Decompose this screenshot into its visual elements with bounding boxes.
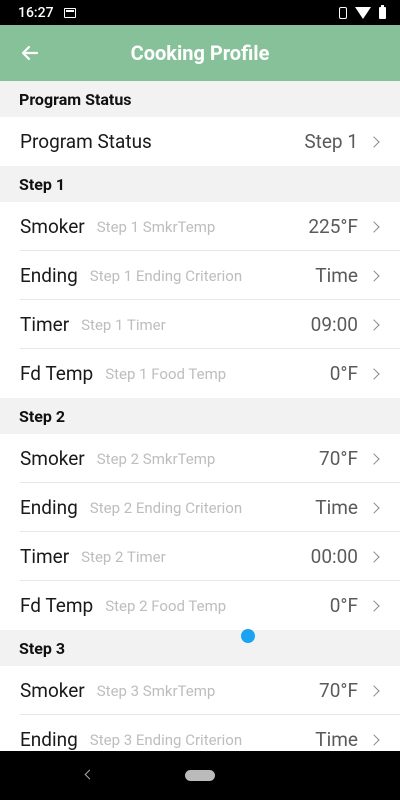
row-label: Smoker [20,679,85,702]
row-sublabel: Step 3 Ending Criterion [89,730,243,749]
chevron-right-icon [368,220,380,233]
nav-home-pill[interactable] [185,770,215,781]
wifi-icon [355,6,371,19]
row-value: 0°F [329,594,358,617]
row-sublabel: Step 1 Ending Criterion [89,266,243,285]
row-value: Time [315,264,358,287]
step1-smoker-row[interactable]: Smoker Step 1 SmkrTemp 225°F [0,202,400,251]
row-value: Time [315,496,358,519]
chevron-right-icon [368,452,380,465]
row-sublabel: Step 2 Timer [81,547,166,566]
row-sublabel: Step 2 Ending Criterion [89,498,243,517]
row-label: Smoker [20,447,85,470]
row-value: 0°F [329,362,358,385]
row-sublabel: Step 1 SmkrTemp [96,217,216,236]
section-header-step-3: Step 3 [0,630,400,666]
row-label: Fd Temp [20,594,94,617]
chevron-right-icon [368,318,380,331]
status-time: 16:27 [18,4,54,21]
chevron-right-icon [368,501,380,514]
program-status-row[interactable]: Program Status Step 1 [0,117,400,166]
calendar-notification-icon [63,7,76,18]
row-sublabel: Step 1 Timer [81,315,166,334]
row-value: 00:00 [310,545,358,568]
row-value: 70°F [319,679,358,702]
row-value: Step 1 [304,130,358,153]
row-label: Ending [20,728,78,751]
row-value: 225°F [308,215,358,238]
step3-smoker-row[interactable]: Smoker Step 3 SmkrTemp 70°F [0,666,400,715]
page-title: Cooking Profile [130,41,270,65]
row-label: Fd Temp [20,362,94,385]
step2-timer-row[interactable]: Timer Step 2 Timer 00:00 [0,532,400,581]
row-sublabel: Step 2 SmkrTemp [96,449,216,468]
row-label: Smoker [20,215,85,238]
app-bar: Cooking Profile [0,25,400,81]
chevron-right-icon [368,550,380,563]
step2-smoker-row[interactable]: Smoker Step 2 SmkrTemp 70°F [0,434,400,483]
step2-ending-row[interactable]: Ending Step 2 Ending Criterion Time [0,483,400,532]
battery-icon [379,4,386,19]
row-value: 70°F [319,447,358,470]
chevron-right-icon [368,599,380,612]
step1-timer-row[interactable]: Timer Step 1 Timer 09:00 [0,300,400,349]
step1-ending-row[interactable]: Ending Step 1 Ending Criterion Time [0,251,400,300]
section-header-step-2: Step 2 [0,398,400,434]
chevron-right-icon [368,135,380,148]
back-arrow-icon [21,45,39,61]
row-sublabel: Step 2 Food Temp [105,596,227,615]
row-label: Timer [20,545,70,568]
row-label: Ending [20,264,78,287]
system-nav-bar [0,751,400,800]
row-sublabel: Step 1 Food Temp [105,364,227,383]
section-header-program-status: Program Status [0,81,400,117]
row-label: Program Status [20,130,152,153]
chevron-right-icon [368,733,380,746]
chevron-right-icon [368,269,380,282]
step2-food-temp-row[interactable]: Fd Temp Step 2 Food Temp 0°F [0,581,400,630]
nav-back-icon[interactable] [84,769,95,780]
profile-list[interactable]: Program Status Program Status Step 1 Ste… [0,81,400,751]
row-label: Ending [20,496,78,519]
row-value: 09:00 [310,313,358,336]
step1-food-temp-row[interactable]: Fd Temp Step 1 Food Temp 0°F [0,349,400,398]
chevron-right-icon [368,367,380,380]
back-button[interactable] [10,33,50,73]
row-label: Timer [20,313,70,336]
row-value: Time [315,728,358,751]
status-bar: 16:27 [0,0,400,25]
step3-ending-row[interactable]: Ending Step 3 Ending Criterion Time [0,715,400,751]
touch-indicator-dot [241,629,255,643]
vibrate-icon [339,6,347,19]
section-header-step-1: Step 1 [0,166,400,202]
row-sublabel: Step 3 SmkrTemp [96,681,216,700]
chevron-right-icon [368,684,380,697]
